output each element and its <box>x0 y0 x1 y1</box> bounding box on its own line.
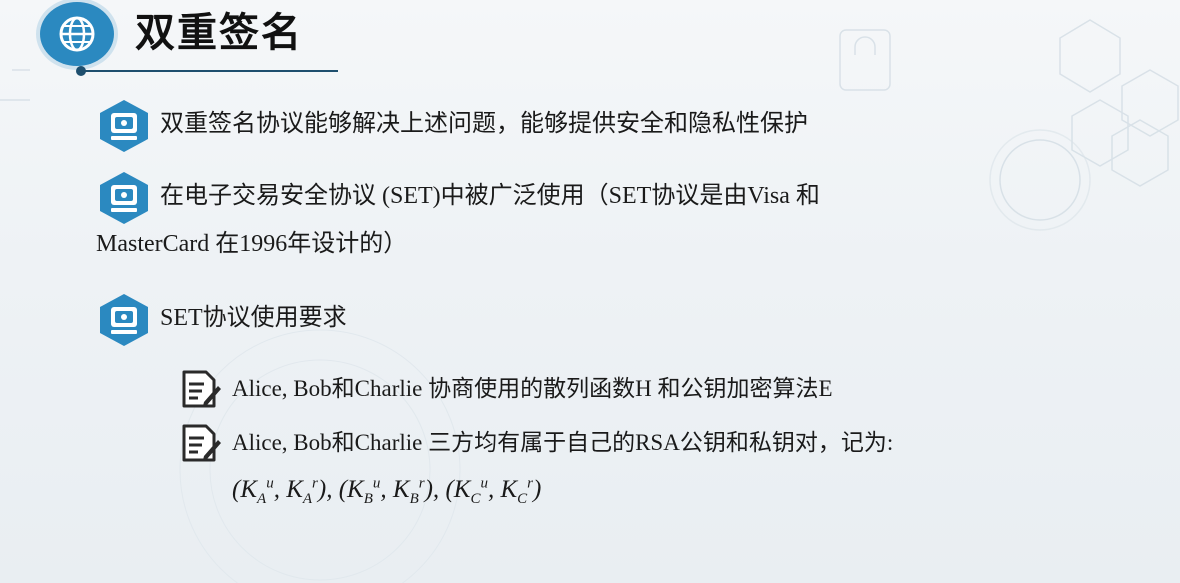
key-owner: B <box>363 491 373 508</box>
paren: ), <box>317 476 339 504</box>
key-owner: C <box>517 491 528 508</box>
document-pen-icon <box>182 370 221 408</box>
paren: ( <box>338 476 348 504</box>
bullet-item: SET协议使用要求 <box>96 292 347 348</box>
computer-chip-icon <box>100 100 148 152</box>
key-symbol: K <box>392 476 410 504</box>
key-owner: A <box>257 491 267 508</box>
paren: ) <box>533 476 542 504</box>
separator: , <box>487 476 501 504</box>
bullet-item: 在电子交易安全协议 (SET)中被广泛使用（SET协议是由Visa 和 Mast… <box>96 170 820 264</box>
separator: , <box>380 476 393 504</box>
separator: , <box>273 476 287 504</box>
key-owner: C <box>470 491 481 508</box>
key-symbol: K <box>347 476 364 504</box>
title-area: 双重签名 <box>18 0 338 80</box>
key-symbol: K <box>240 476 258 504</box>
key-symbol: K <box>453 476 471 504</box>
sub-item-text: Alice, Bob和Charlie 三方均有属于自己的RSA公钥和私钥对，记为… <box>232 430 894 455</box>
computer-chip-icon <box>100 172 148 224</box>
bullet-item: 双重签名协议能够解决上述问题，能够提供安全和隐私性保护 <box>96 98 808 154</box>
key-type: u <box>480 476 488 492</box>
globe-icon <box>40 2 114 66</box>
computer-chip-icon <box>100 294 148 346</box>
key-owner: B <box>409 491 419 508</box>
paren: ), <box>424 476 446 504</box>
key-type: u <box>266 476 274 492</box>
sub-item: Alice, Bob和Charlie 三方均有属于自己的RSA公钥和私钥对，记为… <box>178 422 893 464</box>
paren: ( <box>445 476 454 504</box>
bullet-text: 在电子交易安全协议 (SET)中被广泛使用（SET协议是由Visa 和 Mast… <box>96 183 820 257</box>
key-pair: (KAu, KAr), <box>232 476 339 507</box>
key-pair: (KCu, KCr) <box>445 476 542 507</box>
key-pair: (KBu, KBr), <box>338 476 446 507</box>
key-symbol: K <box>286 476 303 504</box>
bullet-text: 双重签名协议能够解决上述问题，能够提供安全和隐私性保护 <box>160 111 808 137</box>
key-pairs-formula: (KAu, KAr), (KBu, KBr), (KCu, KCr) <box>232 476 541 508</box>
key-owner: A <box>302 491 313 508</box>
sub-item-text: Alice, Bob和Charlie 协商使用的散列函数H 和公钥加密算法E <box>232 376 833 401</box>
document-pen-icon <box>182 424 221 462</box>
bullet-text: SET协议使用要求 <box>160 305 347 331</box>
key-symbol: K <box>500 476 518 504</box>
slide-title: 双重签名 <box>135 10 303 56</box>
title-underline <box>80 70 338 72</box>
sub-item: Alice, Bob和Charlie 协商使用的散列函数H 和公钥加密算法E <box>178 368 833 410</box>
